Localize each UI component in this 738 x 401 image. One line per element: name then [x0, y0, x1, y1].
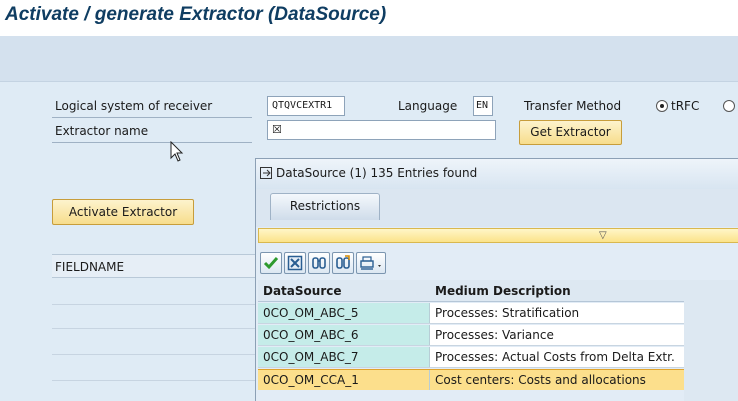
cell-description: Processes: Actual Costs from Delta Extr. [435, 350, 675, 364]
cell-datasource: 0CO_OM_CCA_1 [263, 373, 359, 387]
cell-description: Processes: Stratification [435, 306, 580, 320]
label-underline [52, 142, 252, 143]
fieldname-column-header: FIELDNAME [55, 260, 125, 274]
table-row[interactable]: 0CO_OM_ABC_7 Processes: Actual Costs fro… [258, 347, 684, 368]
title-bar: Activate / generate Extractor (DataSourc… [0, 0, 738, 36]
activate-extractor-button[interactable]: Activate Extractor [52, 199, 194, 225]
radio-second-option[interactable] [723, 100, 735, 112]
find-next-icon[interactable] [332, 252, 354, 274]
popup-title: DataSource (1) 135 Entries found [276, 166, 478, 180]
popup-title-bar[interactable]: DataSource (1) 135 Entries found [256, 159, 738, 189]
logical-system-input[interactable]: QTQVCEXTR1 [267, 96, 345, 116]
find-icon[interactable] [308, 252, 330, 274]
cell-description: Processes: Variance [435, 328, 554, 342]
page-title: Activate / generate Extractor (DataSourc… [5, 4, 387, 25]
language-input[interactable]: EN [473, 96, 493, 116]
restrictions-collapse-bar[interactable]: ▽ [258, 228, 738, 243]
extractor-name-label: Extractor name [55, 124, 149, 138]
table-row[interactable]: 0CO_OM_ABC_6 Processes: Variance [258, 325, 684, 346]
collapse-triangle-icon: ▽ [599, 230, 607, 241]
checkmark-icon[interactable] [260, 252, 282, 274]
table-row-divider [52, 304, 257, 305]
transfer-method-label: Transfer Method [524, 99, 622, 113]
grid-header: DataSource Medium Description [258, 280, 684, 302]
mouse-cursor-icon [170, 141, 184, 162]
logical-system-label: Logical system of receiver [55, 99, 213, 113]
radio-trfc-label: tRFC [671, 99, 700, 113]
fieldname-table-header: FIELDNAME [52, 254, 257, 278]
close-x-icon[interactable] [284, 252, 306, 274]
table-row-selected[interactable]: 0CO_OM_CCA_1 Cost centers: Costs and all… [258, 369, 684, 390]
extractor-name-input[interactable]: ☒ [267, 120, 496, 140]
table-row[interactable]: 0CO_OM_ABC_5 Processes: Stratification [258, 303, 684, 324]
column-header-datasource[interactable]: DataSource [263, 284, 342, 298]
cell-description: Cost centers: Costs and allocations [435, 373, 646, 387]
column-header-description[interactable]: Medium Description [435, 284, 571, 298]
cell-datasource: 0CO_OM_ABC_6 [263, 328, 359, 342]
cell-datasource: 0CO_OM_ABC_5 [263, 306, 359, 320]
grid-empty-area [684, 280, 738, 401]
datasource-popup: DataSource (1) 135 Entries found Restric… [255, 158, 738, 401]
get-extractor-button[interactable]: Get Extractor [519, 120, 622, 145]
cell-datasource: 0CO_OM_ABC_7 [263, 350, 359, 364]
popup-toolbar [258, 251, 738, 279]
tab-restrictions[interactable]: Restrictions [270, 193, 380, 220]
application-toolbar [0, 36, 738, 82]
table-row-divider [52, 380, 257, 381]
table-row-divider [52, 354, 257, 355]
print-icon[interactable] [356, 252, 386, 274]
language-label: Language [398, 99, 458, 113]
radio-trfc[interactable] [656, 100, 668, 112]
table-row-divider [52, 328, 257, 329]
tab-strip: Restrictions [256, 189, 738, 227]
popup-window-icon [260, 167, 272, 179]
label-underline [52, 117, 252, 118]
